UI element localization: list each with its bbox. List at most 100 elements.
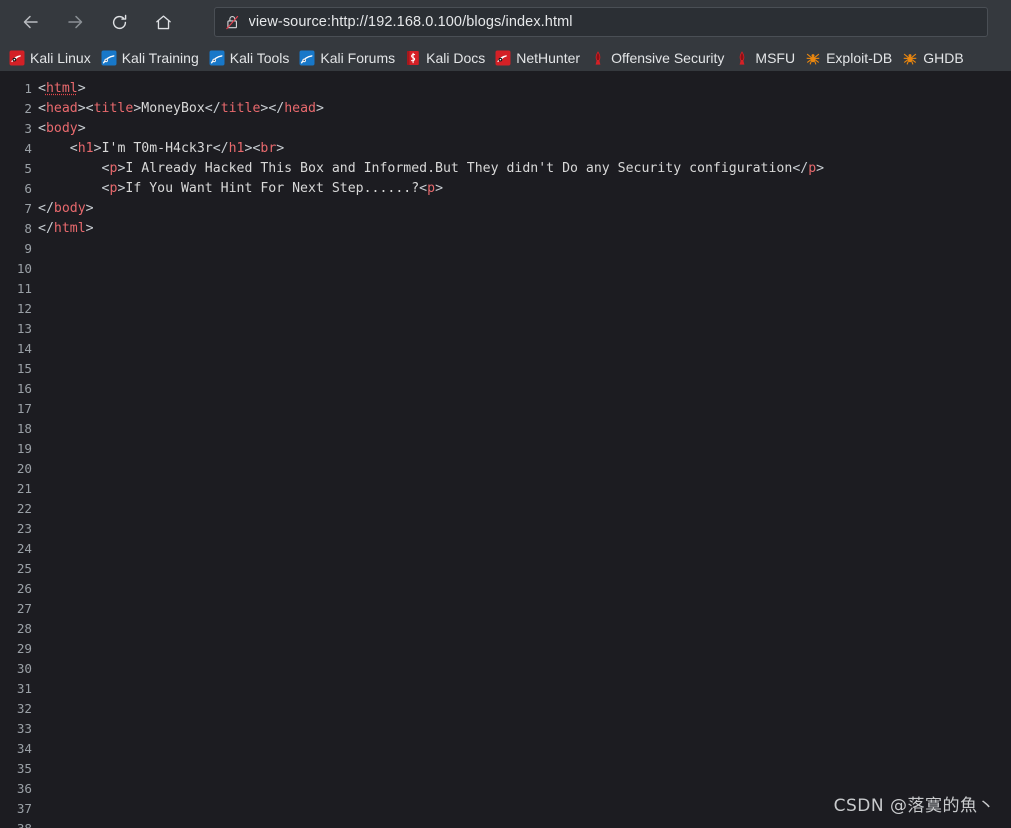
code-line: 3 <body> [0, 119, 1011, 139]
reload-button[interactable] [102, 5, 136, 39]
bookmarks-bar: Kali Linux Kali Training Kali Tools Kali… [0, 44, 1011, 71]
bookmark-ghdb[interactable]: GHDB [897, 47, 968, 69]
line-number: 27 [16, 601, 32, 616]
code-line: 26 [0, 579, 1011, 599]
code-line: 27 [0, 599, 1011, 619]
code-line: 28 [0, 619, 1011, 639]
code-line: 24 [0, 539, 1011, 559]
line-number: 33 [16, 721, 32, 736]
line-number: 6 [24, 181, 32, 196]
nethunter-dragon-icon [495, 50, 511, 65]
bookmark-label: Kali Linux [30, 49, 91, 66]
bookmark-kali-training[interactable]: Kali Training [96, 47, 204, 69]
msfu-icon [740, 50, 745, 65]
forward-button[interactable] [58, 5, 92, 39]
code-line: 29 [0, 639, 1011, 659]
bookmark-offensive-security[interactable]: Offensive Security [585, 47, 729, 69]
line-number: 7 [24, 201, 32, 216]
bookmark-msfu[interactable]: MSFU [729, 47, 800, 69]
bookmark-label: Kali Training [121, 49, 199, 66]
watermark: CSDN @落寞的魚丶 [833, 796, 995, 816]
line-number: 8 [24, 221, 32, 236]
line-number: 26 [16, 581, 32, 596]
bookmark-kali-forums[interactable]: Kali Forums [294, 47, 400, 69]
code-line: 32 [0, 699, 1011, 719]
line-content: </html> [38, 221, 94, 236]
bookmark-nethunter[interactable]: NetHunter [490, 47, 585, 69]
line-number: 35 [16, 761, 32, 776]
url-text: view-source:http://192.168.0.100/blogs/i… [248, 14, 573, 30]
browser-toolbar: view-source:http://192.168.0.100/blogs/i… [0, 0, 1011, 44]
line-number: 24 [16, 541, 32, 556]
code-line: 34 [0, 739, 1011, 759]
line-number: 19 [16, 441, 32, 456]
back-button[interactable] [14, 5, 48, 39]
bookmark-label: Kali Tools [229, 49, 290, 66]
bookmark-label: Kali Docs [426, 49, 486, 66]
line-number: 18 [16, 421, 32, 436]
line-number: 37 [16, 801, 32, 816]
line-content: <body> [38, 121, 86, 136]
code-line: 12 [0, 299, 1011, 319]
offensive-security-icon [595, 50, 601, 65]
line-number: 11 [16, 281, 32, 296]
lock-crossed-out-icon[interactable] [225, 14, 240, 30]
code-line: 6 <p>If You Want Hint For Next Step.....… [0, 179, 1011, 199]
address-bar[interactable]: view-source:http://192.168.0.100/blogs/i… [213, 7, 988, 37]
line-number: 14 [16, 341, 32, 356]
line-number: 32 [16, 701, 32, 716]
code-line: 4 <h1>I'm T0m-H4ck3r</h1><br> [0, 139, 1011, 159]
code-line: 16 [0, 379, 1011, 399]
bookmark-label: MSFU [755, 49, 796, 66]
code-line: 21 [0, 479, 1011, 499]
bookmark-kali-docs[interactable]: Kali Docs [400, 47, 490, 69]
kali-docs-book-icon [407, 50, 419, 65]
line-number: 4 [24, 141, 32, 156]
line-number: 30 [16, 661, 32, 676]
code-line: 31 [0, 679, 1011, 699]
line-content: <p>If You Want Hint For Next Step......?… [101, 181, 444, 196]
bookmark-label: Offensive Security [611, 49, 725, 66]
kali-forums-icon [299, 50, 315, 65]
line-number: 31 [16, 681, 32, 696]
bookmark-label: NetHunter [516, 49, 581, 66]
line-content: <head><title>MoneyBox</title></head> [38, 101, 324, 116]
line-number: 5 [24, 161, 32, 176]
home-button[interactable] [146, 5, 180, 39]
line-content: <html> [38, 81, 86, 96]
code-line: 5 <p>I Already Hacked This Box and Infor… [0, 159, 1011, 179]
urlbar-container: view-source:http://192.168.0.100/blogs/i… [198, 7, 1003, 37]
bookmark-kali-tools[interactable]: Kali Tools [204, 47, 295, 69]
arrow-right-icon [68, 15, 83, 29]
code-line: 17 [0, 399, 1011, 419]
bookmark-kali-linux[interactable]: Kali Linux [4, 47, 96, 69]
line-number: 34 [16, 741, 32, 756]
line-number: 13 [16, 321, 32, 336]
line-number: 3 [24, 121, 32, 136]
bookmark-label: GHDB [923, 49, 964, 66]
line-number: 38 [0, 819, 32, 828]
line-number: 10 [16, 261, 32, 276]
line-number: 25 [16, 561, 32, 576]
line-number: 28 [16, 621, 32, 636]
code-line: 7 </body> [0, 199, 1011, 219]
bookmark-exploit-db[interactable]: Exploit-DB [800, 47, 897, 69]
line-number: 21 [16, 481, 32, 496]
line-number: 2 [24, 101, 32, 116]
code-line: 2 <head><title>MoneyBox</title></head> [0, 99, 1011, 119]
code-line: 18 [0, 419, 1011, 439]
code-line: 30 [0, 659, 1011, 679]
kali-training-icon [101, 50, 117, 65]
code-line: 22 [0, 499, 1011, 519]
line-number: 15 [16, 361, 32, 376]
line-number: 1 [24, 81, 32, 96]
code-line: 19 [0, 439, 1011, 459]
line-number: 16 [16, 381, 32, 396]
code-line: 15 [0, 359, 1011, 379]
view-source-pane[interactable]: 1 <html> 2 <head><title>MoneyBox</title></h… [0, 71, 1011, 828]
code-line: 25 [0, 559, 1011, 579]
line-number: 29 [16, 641, 32, 656]
code-line: 23 [0, 519, 1011, 539]
line-content: <p>I Already Hacked This Box and Informe… [101, 161, 825, 176]
code-lines-container: 1 <html> 2 <head><title>MoneyBox</title></h… [0, 79, 1011, 828]
